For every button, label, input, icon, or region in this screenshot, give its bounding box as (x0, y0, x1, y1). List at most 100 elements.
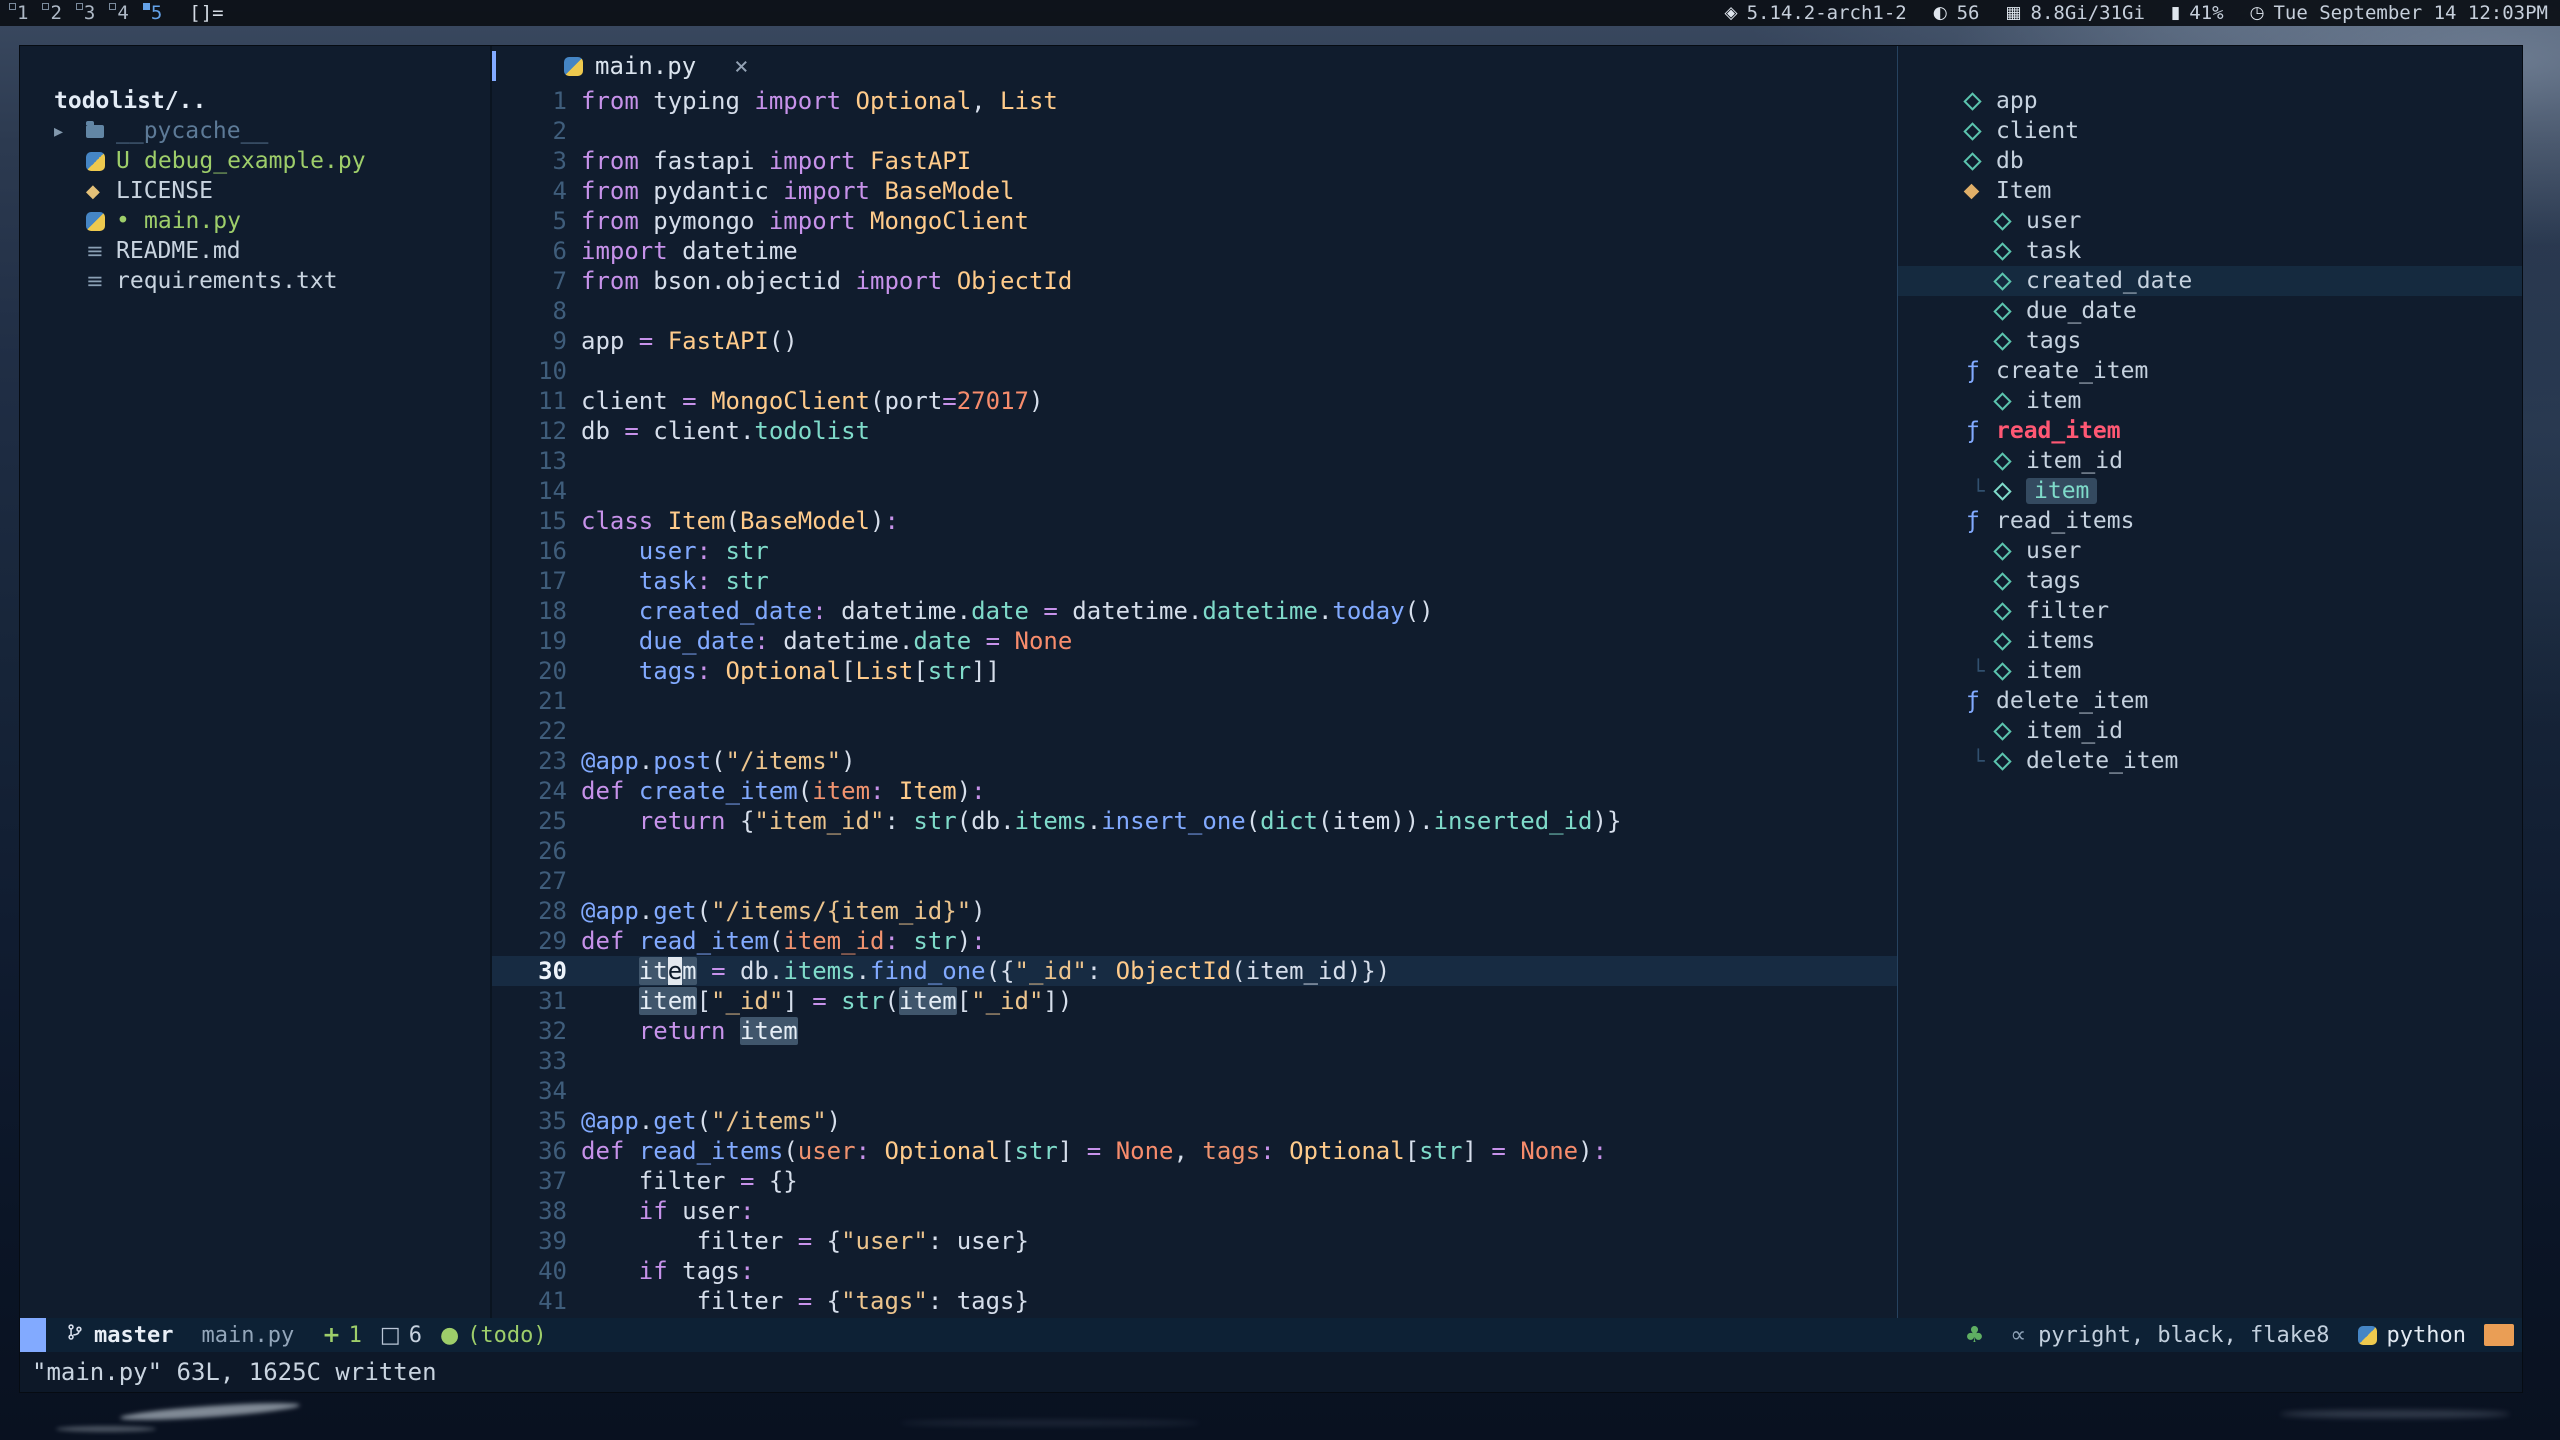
token (581, 657, 639, 685)
code-line-18[interactable]: 18 created_date: datetime.date = datetim… (492, 596, 1897, 626)
code-line-38[interactable]: 38 if user: (492, 1196, 1897, 1226)
code-line-8[interactable]: 8 (492, 296, 1897, 326)
code-editor[interactable]: 1from typing import Optional, List23from… (492, 86, 1897, 1318)
code-line-9[interactable]: 9app = FastAPI() (492, 326, 1897, 356)
code-line-22[interactable]: 22 (492, 716, 1897, 746)
workspace-tag-1[interactable]: 1 (6, 0, 39, 26)
outline-Item[interactable]: Item (1898, 176, 2522, 206)
variable-icon (1993, 722, 2011, 740)
code-line-14[interactable]: 14 (492, 476, 1897, 506)
code-line-17[interactable]: 17 task: str (492, 566, 1897, 596)
tree-item-requirements.txt[interactable]: ≡requirements.txt (54, 266, 490, 296)
token: Optional (856, 87, 972, 115)
code-line-21[interactable]: 21 (492, 686, 1897, 716)
token: it (639, 957, 668, 985)
code-line-39[interactable]: 39 filter = {"user": user} (492, 1226, 1897, 1256)
code-line-10[interactable]: 10 (492, 356, 1897, 386)
code-line-12[interactable]: 12db = client.todolist (492, 416, 1897, 446)
code-line-1[interactable]: 1from typing import Optional, List (492, 86, 1897, 116)
code-line-2[interactable]: 2 (492, 116, 1897, 146)
outline-task[interactable]: task (1898, 236, 2522, 266)
outline-user[interactable]: user (1898, 536, 2522, 566)
code-line-11[interactable]: 11client = MongoClient(port=27017) (492, 386, 1897, 416)
code-line-20[interactable]: 20 tags: Optional[List[str]] (492, 656, 1897, 686)
workspace-tag-3[interactable]: 3 (73, 0, 106, 26)
outline-read_items[interactable]: ƒread_items (1898, 506, 2522, 536)
code-line-15[interactable]: 15class Item(BaseModel): (492, 506, 1897, 536)
symbol-label: user (2026, 208, 2081, 234)
outline-delete_item[interactable]: ƒdelete_item (1898, 686, 2522, 716)
git-status-mark: U (116, 148, 144, 174)
outline-item_id[interactable]: item_id (1898, 716, 2522, 746)
outline-item[interactable]: item (1898, 386, 2522, 416)
code-line-5[interactable]: 5from pymongo import MongoClient (492, 206, 1897, 236)
code-line-23[interactable]: 23@app.post("/items") (492, 746, 1897, 776)
line-number: 18 (492, 596, 567, 626)
token (581, 567, 639, 595)
outline-item_id[interactable]: item_id (1898, 446, 2522, 476)
outline-create_item[interactable]: ƒcreate_item (1898, 356, 2522, 386)
code-line-40[interactable]: 40 if tags: (492, 1256, 1897, 1286)
outline-due_date[interactable]: due_date (1898, 296, 2522, 326)
tree-item-__pycache__[interactable]: ▸__pycache__ (54, 116, 490, 146)
code-line-33[interactable]: 33 (492, 1046, 1897, 1076)
code-line-37[interactable]: 37 filter = {} (492, 1166, 1897, 1196)
code-line-19[interactable]: 19 due_date: datetime.date = None (492, 626, 1897, 656)
system-status: ◈5.14.2-arch1-2◐56▦8.8Gi/31Gi▮41%◷Tue Se… (1725, 0, 2549, 26)
tree-item-README.md[interactable]: ≡README.md (54, 236, 490, 266)
token: = (1087, 1137, 1101, 1165)
outline-item[interactable]: └item (1898, 656, 2522, 686)
code-line-4[interactable]: 4from pydantic import BaseModel (492, 176, 1897, 206)
code-line-31[interactable]: 31 item["_id"] = str(item["_id"]) (492, 986, 1897, 1016)
symbol-label: created_date (2026, 268, 2192, 294)
outline-read_item[interactable]: ƒread_item (1898, 416, 2522, 446)
outline-items[interactable]: items (1898, 626, 2522, 656)
outline-db[interactable]: db (1898, 146, 2522, 176)
tree-item-main.py[interactable]: •main.py (54, 206, 490, 236)
outline-item[interactable]: └item (1898, 476, 2522, 506)
code-line-16[interactable]: 16 user: str (492, 536, 1897, 566)
file-tree-root[interactable]: todolist/.. (54, 86, 490, 116)
code-line-36[interactable]: 36def read_items(user: Optional[str] = N… (492, 1136, 1897, 1166)
code-line-28[interactable]: 28@app.get("/items/{item_id}") (492, 896, 1897, 926)
code-line-29[interactable]: 29def read_item(item_id: str): (492, 926, 1897, 956)
outline-filter[interactable]: filter (1898, 596, 2522, 626)
code-line-25[interactable]: 25 return {"item_id": str(db.items.inser… (492, 806, 1897, 836)
workspace-tag-5[interactable]: 5 (140, 0, 173, 26)
layout-indicator[interactable]: []= (189, 0, 223, 26)
token: : (697, 567, 711, 595)
code-line-13[interactable]: 13 (492, 446, 1897, 476)
code-line-6[interactable]: 6import datetime (492, 236, 1897, 266)
token: ObjectId (957, 267, 1073, 295)
code-line-7[interactable]: 7from bson.objectid import ObjectId (492, 266, 1897, 296)
code-line-32[interactable]: 32 return item (492, 1016, 1897, 1046)
code-line-41[interactable]: 41 filter = {"tags": tags} (492, 1286, 1897, 1316)
workspace-tag-4[interactable]: 4 (106, 0, 139, 26)
code-line-24[interactable]: 24def create_item(item: Item): (492, 776, 1897, 806)
python-lang-icon (2358, 1326, 2377, 1345)
outline-created_date[interactable]: created_date (1898, 266, 2522, 296)
tree-item-debug_example.py[interactable]: Udebug_example.py (54, 146, 490, 176)
outline-tags[interactable]: tags (1898, 326, 2522, 356)
tab-main-py[interactable]: main.py × (564, 52, 749, 80)
workspace-tag-2[interactable]: 2 (39, 0, 72, 26)
var-symbol-icon (1996, 455, 2026, 468)
token: if (639, 1197, 668, 1225)
outline-user[interactable]: user (1898, 206, 2522, 236)
code-line-34[interactable]: 34 (492, 1076, 1897, 1106)
tab-close-icon[interactable]: × (734, 52, 748, 80)
file-name: LICENSE (116, 178, 213, 204)
code-line-3[interactable]: 3from fastapi import FastAPI (492, 146, 1897, 176)
outline-tags[interactable]: tags (1898, 566, 2522, 596)
token (624, 927, 638, 955)
outline-delete_item[interactable]: └delete_item (1898, 746, 2522, 776)
code-line-30[interactable]: 30 item = db.items.find_one({"_id": Obje… (492, 956, 1897, 986)
code-line-35[interactable]: 35@app.get("/items") (492, 1106, 1897, 1136)
token: item (812, 777, 870, 805)
outline-app[interactable]: app (1898, 86, 2522, 116)
outline-client[interactable]: client (1898, 116, 2522, 146)
code-line-27[interactable]: 27 (492, 866, 1897, 896)
token: ) (957, 777, 971, 805)
code-line-26[interactable]: 26 (492, 836, 1897, 866)
tree-item-LICENSE[interactable]: ◆LICENSE (54, 176, 490, 206)
